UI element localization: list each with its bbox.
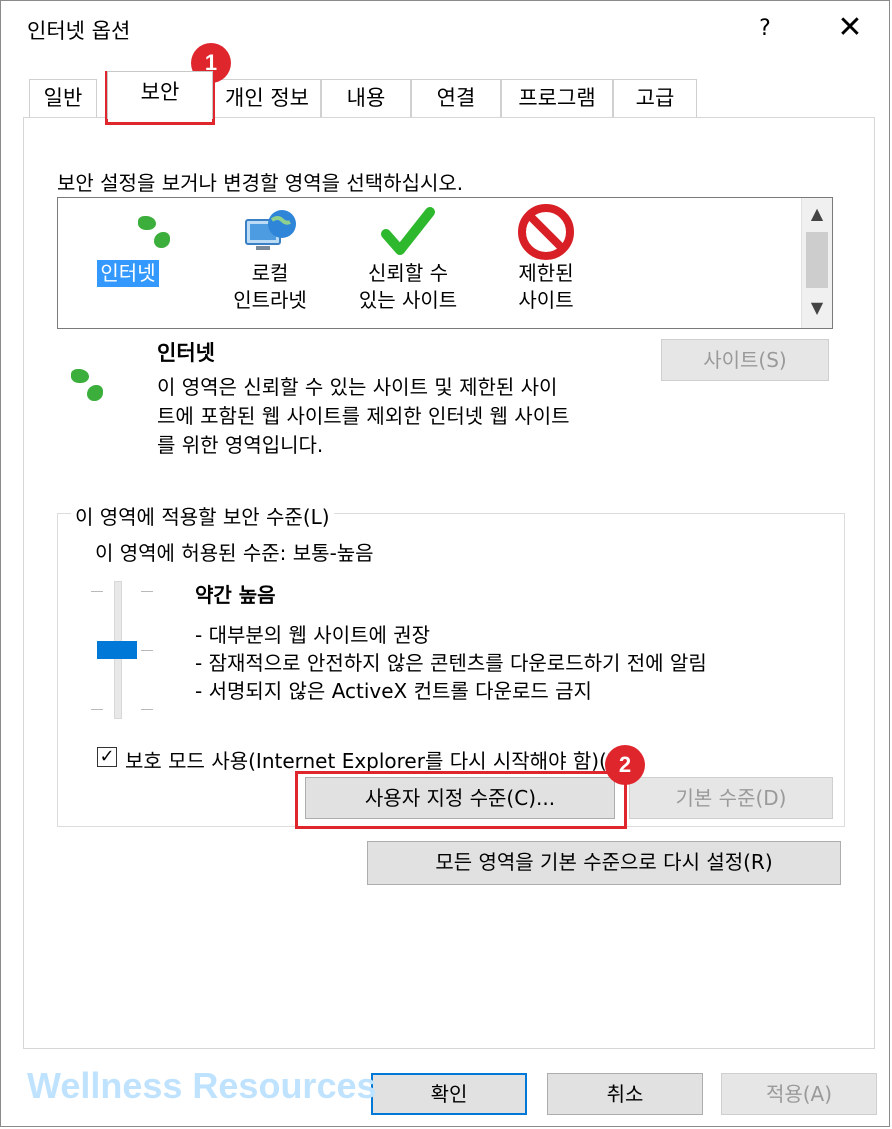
zone-trusted-label-2: 있는 사이트: [358, 288, 458, 312]
tab-content[interactable]: 내용: [321, 79, 411, 117]
allowed-level-text: 이 영역에 허용된 수준: 보통-높음: [95, 541, 374, 565]
level-description: - 대부분의 웹 사이트에 권장 - 잠재적으로 안전하지 않은 콘텐츠를 다운…: [195, 621, 707, 705]
zone-desc-line-3: 를 위한 영역입니다.: [157, 433, 324, 457]
tab-connections[interactable]: 연결: [411, 79, 501, 117]
slider-tick: [141, 709, 153, 710]
zone-desc-line-2: 트에 포함된 웹 사이트를 제외한 인터넷 웹 사이트: [157, 404, 570, 428]
security-level-legend: 이 영역에 적용할 보안 수준(L): [71, 501, 334, 530]
slider-tick: [141, 591, 153, 592]
tab-privacy[interactable]: 개인 정보: [213, 79, 321, 117]
protected-mode-checkbox[interactable]: ✓: [97, 747, 117, 767]
slider-tick: [91, 591, 103, 592]
step-badge-2: 2: [605, 745, 645, 785]
zone-restricted-sites[interactable]: 제한된 사이트: [486, 204, 606, 314]
check-icon: [380, 204, 436, 260]
zone-instruction: 보안 설정을 보거나 변경할 영역을 선택하십시오.: [57, 171, 464, 195]
apply-button[interactable]: 적용(A): [721, 1073, 877, 1115]
close-button[interactable]: ✕: [831, 11, 869, 47]
level-item: - 대부분의 웹 사이트에 권장: [195, 623, 431, 647]
cancel-button[interactable]: 취소: [547, 1073, 703, 1115]
zone-restricted-label-2: 사이트: [518, 288, 574, 312]
ok-button[interactable]: 확인: [371, 1073, 527, 1115]
protected-mode-label[interactable]: 보호 모드 사용(Internet Explorer를 다시 시작해야 함)(P…: [125, 745, 627, 774]
zone-trusted-label-1: 신뢰할 수: [368, 261, 448, 285]
window-title: 인터넷 옵션: [27, 19, 131, 43]
restricted-icon: [518, 204, 574, 260]
zone-trusted-sites[interactable]: 신뢰할 수 있는 사이트: [348, 204, 468, 314]
tab-security[interactable]: 보안: [107, 71, 213, 119]
level-title: 약간 높음: [195, 583, 276, 607]
globe-icon: [100, 204, 156, 260]
zone-internet[interactable]: 인터넷: [68, 204, 188, 287]
selected-zone-description: 이 영역은 신뢰할 수 있는 사이트 및 제한된 사이 트에 포함된 웹 사이트…: [157, 373, 677, 460]
tab-advanced[interactable]: 고급: [613, 79, 697, 117]
reset-all-zones-button[interactable]: 모든 영역을 기본 수준으로 다시 설정(R): [367, 841, 841, 885]
zone-intranet-label-1: 로컬: [251, 261, 289, 285]
zone-local-intranet[interactable]: 로컬 인트라넷: [210, 204, 330, 314]
slider-tick: [91, 709, 103, 710]
zone-list: 인터넷 로컬 인트라넷 신뢰할 수 있는 사이트 제한된 사이트 ▲ ▼: [57, 197, 833, 329]
zone-intranet-label-2: 인트라넷: [233, 288, 307, 312]
zone-desc-line-1: 이 영역은 신뢰할 수 있는 사이트 및 제한된 사이: [157, 375, 558, 399]
level-item: - 잠재적으로 안전하지 않은 콘텐츠를 다운로드하기 전에 알림: [195, 651, 707, 675]
zone-restricted-label-1: 제한된: [518, 261, 574, 285]
scroll-down-icon[interactable]: ▼: [802, 298, 832, 317]
scroll-up-icon[interactable]: ▲: [802, 204, 832, 223]
tab-programs[interactable]: 프로그램: [501, 79, 613, 117]
internet-options-dialog: 인터넷 옵션 ? ✕ 일반 보안 개인 정보 내용 연결 프로그램 고급 보안 …: [0, 0, 890, 1127]
intranet-icon: [242, 204, 298, 260]
help-button[interactable]: ?: [749, 11, 781, 47]
slider-thumb[interactable]: [97, 641, 137, 659]
slider-tick: [141, 650, 153, 651]
sites-button[interactable]: 사이트(S): [661, 339, 829, 381]
selected-zone-title: 인터넷: [157, 341, 215, 365]
level-item: - 서명되지 않은 ActiveX 컨트롤 다운로드 금지: [195, 679, 592, 703]
highlight-custom-level: [295, 771, 627, 829]
zone-internet-label: 인터넷: [97, 260, 159, 287]
zone-list-scrollbar[interactable]: ▲ ▼: [801, 198, 832, 328]
scroll-thumb[interactable]: [806, 232, 828, 288]
tab-general[interactable]: 일반: [29, 79, 97, 117]
watermark-text: Wellness Resources: [27, 1065, 377, 1106]
default-level-button[interactable]: 기본 수준(D): [629, 777, 833, 819]
